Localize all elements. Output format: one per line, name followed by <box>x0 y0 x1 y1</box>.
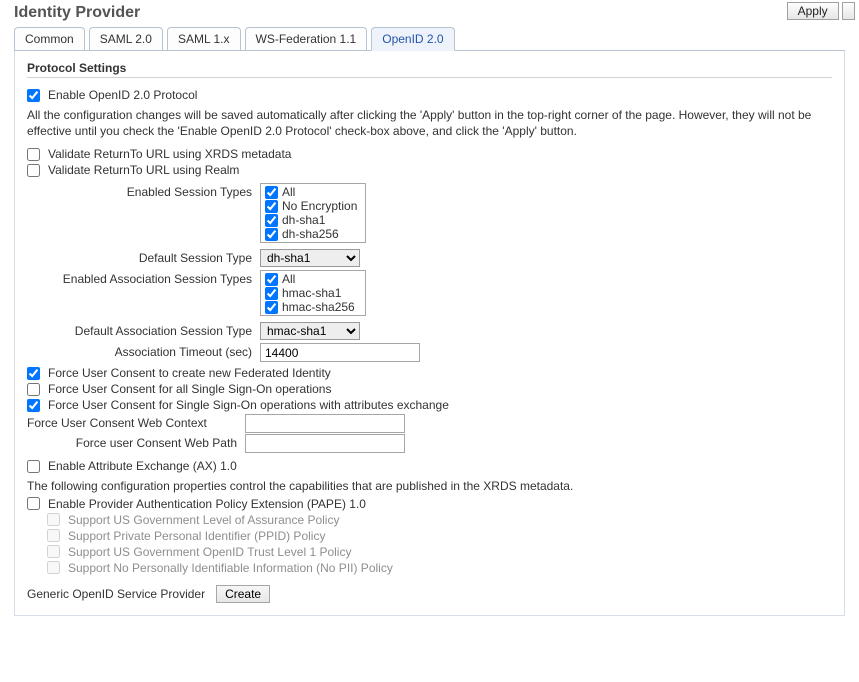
pape-option-3-label: Support No Personally Identifiable Infor… <box>68 561 393 575</box>
generic-provider-label: Generic OpenID Service Provider <box>27 587 205 601</box>
tab-saml20[interactable]: SAML 2.0 <box>89 27 163 50</box>
pape-option-1-checkbox <box>47 529 60 542</box>
consent-web-context-input[interactable] <box>245 414 405 433</box>
force-consent-attr-label: Force User Consent for Single Sign-On op… <box>48 398 449 412</box>
session-type-dhsha1[interactable] <box>265 214 278 227</box>
enable-pape-checkbox[interactable] <box>27 497 40 510</box>
session-type-all[interactable] <box>265 186 278 199</box>
xrds-note: The following configuration properties c… <box>27 479 832 495</box>
force-consent-new-checkbox[interactable] <box>27 367 40 380</box>
pape-option-1-label: Support Private Personal Identifier (PPI… <box>68 529 325 543</box>
assoc-timeout-input[interactable] <box>260 343 420 362</box>
apply-button[interactable]: Apply <box>787 2 839 20</box>
session-type-dhsha256[interactable] <box>265 228 278 241</box>
enable-ax-label: Enable Attribute Exchange (AX) 1.0 <box>48 459 237 473</box>
default-session-type-label: Default Session Type <box>27 249 260 265</box>
session-type-noenc[interactable] <box>265 200 278 213</box>
enable-protocol-label: Enable OpenID 2.0 Protocol <box>48 88 197 102</box>
section-title: Protocol Settings <box>27 61 832 78</box>
default-assoc-type-label: Default Association Session Type <box>27 322 260 338</box>
consent-web-context-label: Force User Consent Web Context <box>27 414 245 430</box>
tab-wsfed[interactable]: WS-Federation 1.1 <box>245 27 368 50</box>
assoc-type-hmacsha256[interactable] <box>265 301 278 314</box>
assoc-type-all[interactable] <box>265 273 278 286</box>
pape-option-2-label: Support US Government OpenID Trust Level… <box>68 545 351 559</box>
pape-option-0-label: Support US Government Level of Assurance… <box>68 513 339 527</box>
force-consent-all-label: Force User Consent for all Single Sign-O… <box>48 382 331 396</box>
secondary-button[interactable] <box>842 2 855 20</box>
enabled-session-types-list[interactable]: All No Encryption dh-sha1 dh-sha256 <box>260 183 366 243</box>
page-title: Identity Provider <box>14 2 140 22</box>
pape-option-3-checkbox <box>47 561 60 574</box>
panel-openid20: Protocol Settings Enable OpenID 2.0 Prot… <box>14 51 845 616</box>
create-button[interactable]: Create <box>216 585 270 603</box>
enable-pape-label: Enable Provider Authentication Policy Ex… <box>48 497 366 511</box>
assoc-type-hmacsha1[interactable] <box>265 287 278 300</box>
validate-realm-label: Validate ReturnTo URL using Realm <box>48 163 239 177</box>
pape-option-2-checkbox <box>47 545 60 558</box>
default-session-type-select[interactable]: dh-sha1 <box>260 249 360 267</box>
tab-common[interactable]: Common <box>14 27 85 50</box>
validate-xrds-label: Validate ReturnTo URL using XRDS metadat… <box>48 147 291 161</box>
force-consent-new-label: Force User Consent to create new Federat… <box>48 366 331 380</box>
tab-bar: Common SAML 2.0 SAML 1.x WS-Federation 1… <box>14 26 845 51</box>
consent-web-path-input[interactable] <box>245 434 405 453</box>
default-assoc-type-select[interactable]: hmac-sha1 <box>260 322 360 340</box>
enable-ax-checkbox[interactable] <box>27 460 40 473</box>
force-consent-all-checkbox[interactable] <box>27 383 40 396</box>
validate-xrds-checkbox[interactable] <box>27 148 40 161</box>
validate-realm-checkbox[interactable] <box>27 164 40 177</box>
assoc-timeout-label: Association Timeout (sec) <box>27 343 260 359</box>
enabled-assoc-types-list[interactable]: All hmac-sha1 hmac-sha256 <box>260 270 366 316</box>
enabled-session-types-label: Enabled Session Types <box>27 183 260 199</box>
pape-option-0-checkbox <box>47 513 60 526</box>
force-consent-attr-checkbox[interactable] <box>27 399 40 412</box>
enabled-assoc-types-label: Enabled Association Session Types <box>27 270 260 286</box>
tab-openid20[interactable]: OpenID 2.0 <box>371 27 454 51</box>
tab-saml1x[interactable]: SAML 1.x <box>167 27 241 50</box>
consent-web-path-label: Force user Consent Web Path <box>27 434 245 450</box>
enable-protocol-checkbox[interactable] <box>27 89 40 102</box>
config-note: All the configuration changes will be sa… <box>27 108 832 139</box>
